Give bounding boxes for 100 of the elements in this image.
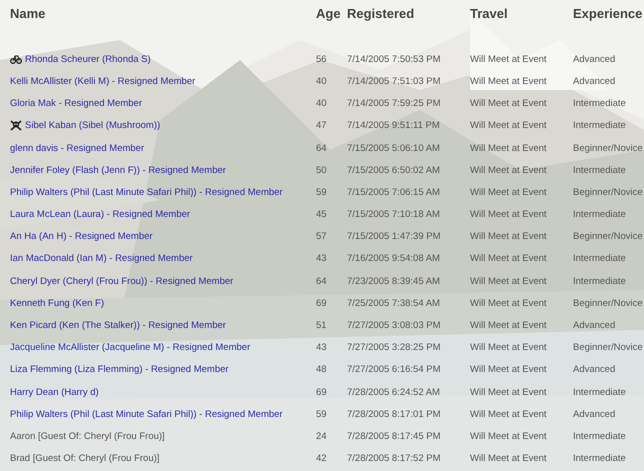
age-cell-text: 69 [316, 386, 328, 398]
registered-cell-text: 7/25/2005 7:38:54 AM [347, 298, 441, 309]
member-link[interactable]: Gloria Mak - Resigned Member [10, 98, 142, 110]
registered-cell-text: 7/28/2005 8:17:01 PM [347, 408, 442, 420]
travel-cell-text: Will Meet at Event [470, 231, 548, 242]
age-cell-text: 24 [316, 430, 328, 442]
experience-cell-text: Intermediate [573, 120, 627, 132]
travel-cell-text: Will Meet at Event [470, 430, 548, 442]
travel-cell-text: Will Meet at Event [470, 453, 548, 464]
member-link[interactable]: Philip Walters (Phil (Last Minute Safari Phil)) - Resigned Member [10, 186, 283, 198]
age-cell-text: 45 [316, 209, 328, 220]
member-link[interactable]: glenn davis - Resigned Member [10, 142, 144, 154]
experience-cell-text: Intermediate [573, 453, 627, 464]
registered-cell-text: 7/16/2005 9:54:08 AM [347, 253, 441, 264]
travel-cell-text: Will Meet at Event [470, 76, 548, 87]
member-link[interactable]: Harry Dean (Harry d) [10, 386, 99, 398]
experience-cell-text: Intermediate [573, 253, 627, 264]
travel-cell-text: Will Meet at Event [470, 164, 548, 176]
age-cell-text: 64 [316, 142, 328, 154]
registered-cell-text: 7/14/2005 7:50:53 PM [347, 54, 442, 65]
registered-cell-text: 7/14/2005 9:51:11 PM [347, 120, 441, 132]
experience-cell-text: Advanced [573, 320, 616, 332]
age-cell-text: 59 [316, 408, 328, 420]
experience-cell-text: Intermediate [573, 98, 627, 110]
age-cell-text: 48 [316, 364, 328, 376]
age-cell-text: 42 [316, 453, 328, 464]
member-link[interactable]: Jennifer Foley (Flash (Jenn F)) - Resigned Member [10, 164, 226, 176]
travel-cell-text: Will Meet at Event [470, 253, 548, 264]
travel-cell-text: Will Meet at Event [470, 364, 548, 376]
travel-cell-text: Will Meet at Event [470, 276, 548, 287]
experience-cell-text: Intermediate [573, 164, 627, 176]
experience-cell-text: Intermediate [573, 430, 627, 442]
registered-cell-text: 7/28/2005 8:17:45 PM [347, 430, 442, 442]
registered-cell-text: 7/15/2005 1:47:39 PM [347, 231, 442, 242]
travel-cell-text: Will Meet at Event [470, 54, 548, 65]
experience-cell: Beginner/Novice [573, 298, 644, 309]
member-link[interactable]: Cheryl Dyer (Cheryl (Frou Frou)) - Resigned Member [10, 276, 234, 287]
experience-cell-text: Advanced [573, 76, 616, 87]
column-header: Experience [573, 6, 644, 20]
bicycle-icon [10, 54, 22, 64]
travel-cell-text: Will Meet at Event [470, 320, 548, 332]
age-cell-text: 64 [316, 276, 328, 287]
registered-cell-text: 7/23/2005 8:39:45 AM [347, 276, 441, 287]
travel-cell-text: Will Meet at Event [470, 142, 548, 154]
travel-cell-text: Will Meet at Event [470, 298, 548, 309]
registered-cell-text: 7/15/2005 7:10:18 AM [347, 209, 441, 220]
member-link[interactable]: Jacqueline McAllister (Jacqueline M) - Resigned Member [10, 342, 250, 354]
experience-cell: Beginner/Novice [573, 231, 644, 242]
age-cell-text: 40 [316, 98, 328, 110]
travel-cell-text: Will Meet at Event [470, 120, 548, 132]
age-cell-text: 56 [316, 54, 328, 65]
age-cell-text: 57 [316, 231, 328, 242]
member-link[interactable]: Philip Walters (Phil (Last Minute Safari Phil)) - Resigned Member [10, 408, 283, 420]
experience-cell: Beginner/Novice [573, 186, 644, 198]
column-header: Registered [347, 6, 416, 20]
registered-cell-text: 7/15/2005 7:06:15 AM [347, 186, 441, 198]
age-cell-text: 43 [316, 342, 328, 354]
experience-cell-text: Intermediate [573, 386, 627, 398]
guest-name: Brad [Guest Of: Cheryl (Frou Frou)] [10, 453, 160, 464]
age-cell-text: 40 [316, 76, 328, 87]
guest-name: Aaron [Guest Of: Cheryl (Frou Frou)] [10, 430, 165, 442]
column-header: Name [10, 6, 46, 20]
member-link[interactable]: Liza Flemming (Liza Flemming) - Resigned Member [10, 364, 229, 376]
registered-cell-text: 7/27/2005 3:08:03 PM [347, 320, 442, 332]
travel-cell-text: Will Meet at Event [470, 186, 548, 198]
age-cell-text: 47 [316, 120, 328, 132]
registered-cell-text: 7/27/2005 3:28:25 PM [347, 342, 442, 354]
member-link[interactable]: Laura McLean (Laura) - Resigned Member [10, 209, 190, 220]
registered-cell-text: 7/27/2005 6:16:54 PM [347, 364, 442, 376]
column-header: Age [316, 6, 342, 20]
registered-cell-text: 7/14/2005 7:51:03 PM [347, 76, 442, 87]
member-link[interactable]: Sibel Kaban (Sibel (Mushroom)) [25, 120, 160, 132]
member-link[interactable]: An Ha (An H) - Resigned Member [10, 231, 153, 242]
age-cell-text: 51 [316, 320, 328, 332]
registered-cell-text: 7/15/2005 6:50:02 AM [347, 164, 441, 176]
registered-cell-text: 7/28/2005 8:17:52 PM [347, 453, 442, 464]
travel-cell-text: Will Meet at Event [470, 342, 548, 354]
age-cell-text: 69 [316, 298, 328, 309]
skull-icon [10, 120, 22, 132]
experience-cell-text: Advanced [573, 408, 616, 420]
age-cell-text: 43 [316, 253, 328, 264]
registered-cell-text: 7/14/2005 7:59:25 PM [347, 98, 442, 110]
experience-cell-text: Advanced [573, 364, 616, 376]
travel-cell-text: Will Meet at Event [470, 386, 548, 398]
experience-cell-text: Intermediate [573, 276, 627, 287]
member-link[interactable]: Kenneth Fung (Ken F) [10, 298, 104, 309]
experience-cell-text: Advanced [573, 54, 616, 65]
experience-cell: Beginner/Novice [573, 142, 644, 154]
travel-cell-text: Will Meet at Event [470, 209, 548, 220]
age-cell-text: 50 [316, 164, 328, 176]
member-link[interactable]: Kelli McAllister (Kelli M) - Resigned Member [10, 76, 196, 87]
member-link[interactable]: Ken Picard (Ken (The Stalker)) - Resigned Member [10, 320, 226, 332]
member-link[interactable]: Rhonda Scheurer (Rhonda S) [25, 54, 151, 65]
column-header: Travel [470, 6, 509, 20]
travel-cell-text: Will Meet at Event [470, 98, 548, 110]
experience-cell: Beginner/Novice [573, 342, 644, 354]
age-cell-text: 59 [316, 186, 328, 198]
member-link[interactable]: Ian MacDonald (Ian M) - Resigned Member [10, 253, 193, 264]
registered-cell-text: 7/15/2005 5:06:10 AM [347, 142, 441, 154]
travel-cell-text: Will Meet at Event [470, 408, 548, 420]
